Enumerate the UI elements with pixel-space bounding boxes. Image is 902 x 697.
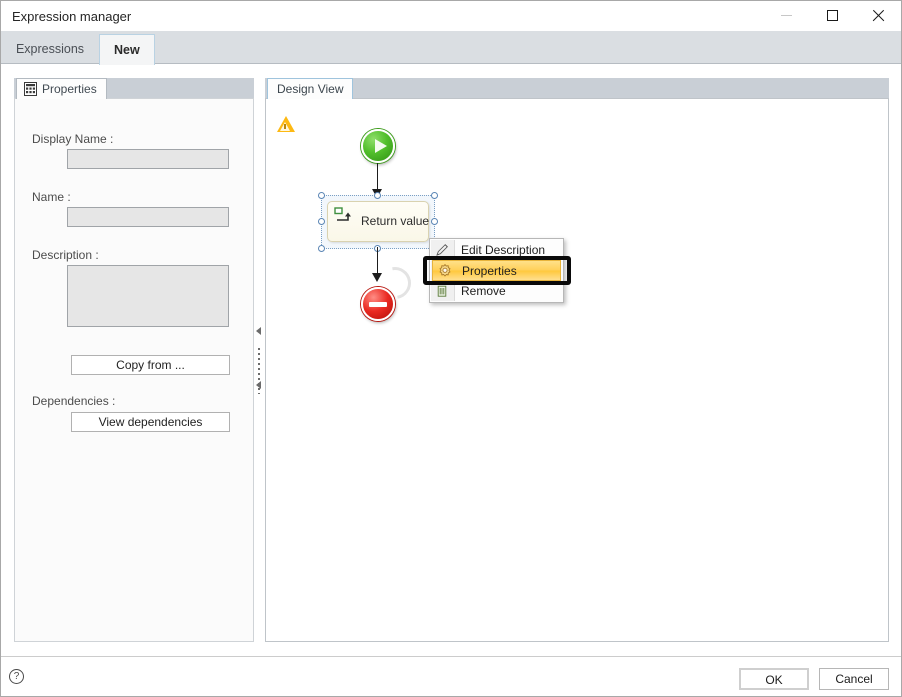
tab-new[interactable]: New: [99, 34, 155, 65]
stop-icon: [369, 301, 387, 307]
view-dependencies-button[interactable]: View dependencies: [71, 412, 230, 432]
context-menu-label: Edit Description: [461, 243, 546, 257]
splitter-collapse-bottom-icon[interactable]: [256, 381, 261, 389]
context-menu-item-edit-description[interactable]: Edit Description: [430, 240, 563, 260]
stop-node[interactable]: [361, 287, 395, 321]
panel-splitter[interactable]: [254, 78, 265, 642]
main-tab-strip: Expressions New: [1, 31, 901, 65]
design-view-panel: Design View Return value Edit Descriptio…: [265, 78, 889, 642]
close-button[interactable]: [855, 1, 901, 30]
description-textarea[interactable]: [67, 265, 229, 327]
selection-handle[interactable]: [374, 192, 381, 199]
tab-design-view[interactable]: Design View: [267, 78, 354, 99]
dependencies-label: Dependencies :: [32, 394, 116, 408]
close-icon: [872, 9, 885, 22]
window-title: Expression manager: [12, 9, 132, 24]
node-context-menu: Edit Description Properties Remove: [429, 238, 564, 303]
selection-handle[interactable]: [431, 218, 438, 225]
description-label: Description :: [32, 248, 99, 262]
display-name-label: Display Name :: [32, 132, 114, 146]
properties-panel: Properties Display Name : Name : Descrip…: [14, 78, 254, 642]
context-menu-label: Remove: [461, 284, 506, 298]
return-value-node[interactable]: Return value: [327, 201, 429, 242]
selection-handle[interactable]: [318, 192, 325, 199]
maximize-button[interactable]: [809, 1, 855, 30]
dialog-content: Properties Display Name : Name : Descrip…: [1, 64, 901, 656]
warning-exclamation: [284, 124, 286, 129]
minimize-icon: [780, 15, 792, 16]
context-menu-item-remove[interactable]: Remove: [430, 281, 563, 301]
ok-button[interactable]: OK: [739, 668, 809, 690]
start-node[interactable]: [361, 129, 395, 163]
panel-tab-properties[interactable]: Properties: [16, 78, 107, 99]
selection-handle[interactable]: [318, 245, 325, 252]
display-name-input[interactable]: [67, 149, 229, 169]
cancel-button[interactable]: Cancel: [819, 668, 889, 690]
selection-handle[interactable]: [431, 192, 438, 199]
design-canvas[interactable]: Return value Edit Description Properties…: [265, 98, 889, 642]
return-value-node-label: Return value: [361, 214, 430, 228]
help-question-icon[interactable]: ?: [9, 669, 24, 684]
design-tab-row: Design View: [265, 78, 889, 99]
copy-from-button[interactable]: Copy from ...: [71, 355, 230, 375]
minimize-button[interactable]: [763, 1, 809, 30]
context-menu-label: Properties: [462, 263, 517, 278]
splitter-collapse-top-icon[interactable]: [256, 327, 261, 335]
return-value-icon: [334, 207, 351, 221]
panel-tab-label: Properties: [42, 82, 97, 96]
pencil-icon: [436, 244, 448, 256]
selection-handle[interactable]: [318, 218, 325, 225]
maximize-icon: [826, 10, 838, 21]
properties-tab-row: Properties: [14, 78, 254, 99]
gear-icon: [439, 264, 451, 277]
title-bar: Expression manager: [1, 1, 901, 31]
name-label: Name :: [32, 190, 71, 204]
dialog-footer: ? OK Cancel: [1, 656, 901, 696]
properties-document-icon: [24, 82, 37, 96]
name-input[interactable]: [67, 207, 229, 227]
trash-icon: [437, 285, 447, 297]
play-icon: [375, 139, 387, 153]
tab-expressions[interactable]: Expressions: [1, 34, 99, 64]
context-menu-item-properties[interactable]: Properties: [432, 260, 561, 281]
expression-manager-dialog: Expression manager Expressions New Prope…: [0, 0, 902, 697]
properties-panel-body: Display Name : Name : Description : Copy…: [14, 98, 254, 642]
